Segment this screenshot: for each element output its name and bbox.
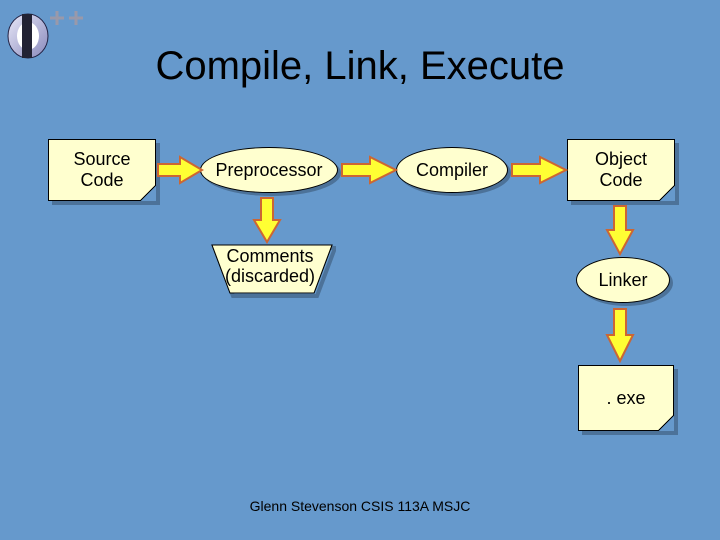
arrow-right-icon <box>156 155 204 185</box>
arrow-down-icon <box>605 204 635 256</box>
linker-oval: Linker <box>576 257 670 303</box>
compiler-oval: Compiler <box>396 147 508 193</box>
exe-box: . exe <box>578 365 674 431</box>
arrow-right-icon <box>510 155 568 185</box>
object-code-box: Object Code <box>567 139 675 201</box>
source-code-box: Source Code <box>48 139 156 201</box>
comments-label-1: Comments <box>226 246 313 266</box>
arrow-down-icon <box>605 307 635 363</box>
comments-trapezoid: Comments (discarded) <box>208 241 332 297</box>
preprocessor-oval: Preprocessor <box>200 147 338 193</box>
footer-credit: Glenn Stevenson CSIS 113A MSJC <box>0 498 720 514</box>
comments-label-2: (discarded) <box>225 266 315 286</box>
arrow-right-icon <box>340 155 398 185</box>
arrow-down-icon <box>252 196 282 244</box>
page-title: Compile, Link, Execute <box>0 44 720 89</box>
